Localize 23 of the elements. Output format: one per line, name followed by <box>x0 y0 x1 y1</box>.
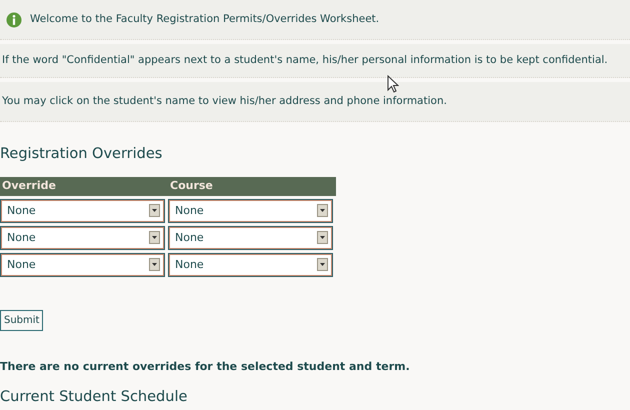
info-message: You may click on the student's name to view his/her address and phone information. <box>2 94 447 109</box>
column-header: Course <box>168 176 336 196</box>
caret-icon <box>320 209 325 212</box>
info-icon <box>6 12 22 28</box>
caret-icon <box>152 236 157 240</box>
section-heading: Registration Overrides <box>0 145 164 164</box>
section-heading: Current Student Schedule <box>0 388 188 408</box>
info-message: If the word "Confidential" appears next to a student's name, his/her personal information is to be kept confidential. <box>2 52 608 68</box>
cursor-icon <box>387 75 399 93</box>
dropdown[interactable]: None <box>1 226 164 249</box>
dropdown[interactable]: None <box>169 200 332 222</box>
submit-button[interactable]: Submit <box>0 310 44 331</box>
dropdown[interactable]: None <box>169 226 332 249</box>
caret-icon <box>152 263 157 266</box>
caret-icon <box>152 209 157 212</box>
dropdown[interactable]: None <box>1 200 164 222</box>
dropdown[interactable]: None <box>169 254 332 276</box>
info-message: Welcome to the Faculty Registration Permits/Overrides Worksheet. <box>30 12 380 27</box>
caret-icon <box>320 263 325 266</box>
dropdown[interactable]: None <box>1 254 164 276</box>
notice-text: There are no current overrides for the selected student and term. <box>0 358 411 375</box>
caret-icon <box>320 236 325 240</box>
column-header: Override <box>0 176 168 196</box>
